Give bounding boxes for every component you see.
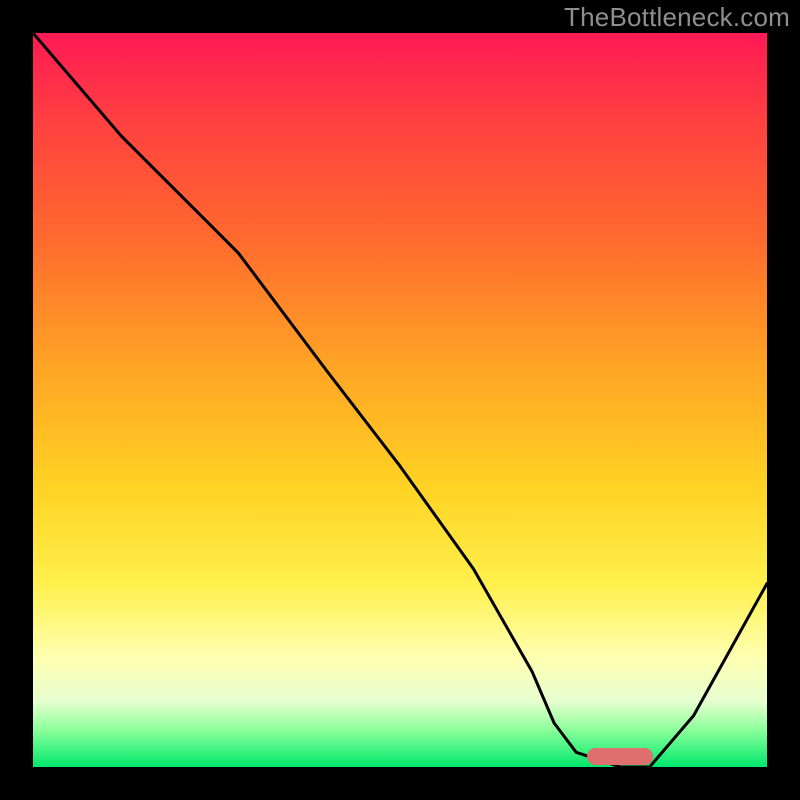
plot-area (33, 33, 767, 767)
optimal-range-marker (587, 748, 653, 765)
line-series (33, 33, 767, 767)
chart-frame: TheBottleneck.com (0, 0, 800, 800)
watermark-text: TheBottleneck.com (564, 2, 790, 33)
